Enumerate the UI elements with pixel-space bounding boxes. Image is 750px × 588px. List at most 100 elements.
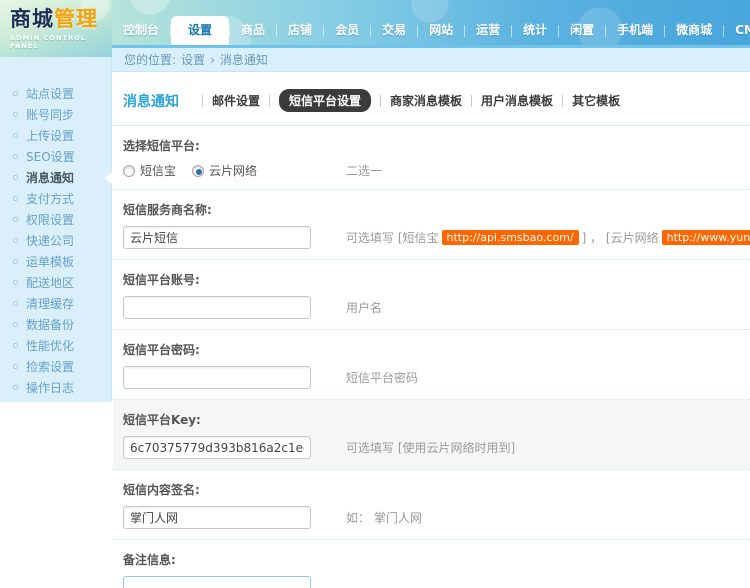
nav-item-13[interactable]: CMS bbox=[724, 16, 750, 45]
bullet-icon bbox=[13, 133, 18, 138]
settings-tabs: 邮件设置 短信平台设置 商家消息模板 用户消息模板 其它模板 bbox=[193, 89, 620, 112]
nav-item-8[interactable]: 运营 bbox=[465, 16, 511, 45]
hint-text: 用户名 bbox=[346, 301, 383, 315]
field-control bbox=[123, 226, 346, 249]
nav-item-1[interactable]: 控制台 bbox=[112, 16, 170, 45]
tab-separator bbox=[471, 94, 473, 107]
sidebar-item-9[interactable]: 运单模板 bbox=[0, 251, 111, 272]
nav-item-11[interactable]: 手机端 bbox=[606, 16, 664, 45]
sidebar-item-2[interactable]: 账号同步 bbox=[0, 104, 111, 125]
bullet-icon bbox=[13, 322, 18, 327]
field-hint: 可选填写 [使用云片网络时用到] bbox=[346, 439, 515, 456]
field-control bbox=[123, 506, 346, 529]
bullet-icon bbox=[13, 238, 18, 243]
field-line: 用户名 bbox=[123, 296, 750, 319]
sidebar-item-5[interactable]: 消息通知 bbox=[0, 167, 112, 188]
sidebar-item-label: SEO设置 bbox=[26, 150, 75, 164]
bullet-icon bbox=[13, 112, 18, 117]
tab-3[interactable]: 商家消息模板 bbox=[390, 92, 462, 109]
top-navigation: 控制台设置商品店铺会员交易网站运营统计闲置手机端微商城CMS bbox=[112, 0, 750, 45]
sidebar-item-8[interactable]: 快递公司 bbox=[0, 230, 111, 251]
tab-separator bbox=[562, 94, 564, 107]
hint-text: ] ， [云片网络 bbox=[581, 231, 659, 245]
bullet-icon bbox=[13, 217, 18, 222]
radio-option-1[interactable]: 短信宝 bbox=[123, 162, 176, 179]
sidebar-item-label: 捡索设置 bbox=[26, 360, 75, 374]
bullet-icon bbox=[13, 364, 18, 369]
tab-separator bbox=[269, 94, 271, 107]
nav-item-2[interactable]: 设置 bbox=[171, 16, 230, 45]
bullet-icon bbox=[13, 280, 18, 285]
form-row-3: 短信平台账号: 用户名 bbox=[113, 260, 750, 330]
nav-item-10[interactable]: 闲置 bbox=[559, 16, 605, 45]
logo-subtitle: ADMIN CONTROL PANEL bbox=[10, 34, 87, 50]
tab-5[interactable]: 其它模板 bbox=[572, 92, 620, 109]
remarks-textarea[interactable] bbox=[123, 576, 311, 588]
breadcrumb-link-section[interactable]: 设置 bbox=[181, 51, 205, 68]
nav-item-9[interactable]: 统计 bbox=[512, 16, 558, 45]
sidebar-item-label: 快递公司 bbox=[26, 234, 75, 248]
bullet-icon bbox=[13, 196, 18, 201]
text-field-5[interactable] bbox=[123, 436, 311, 459]
sidebar: 站点设置账号同步上传设置 SEO设置消息通知支付方式权限设置快递公司运单模板 配送地… bbox=[0, 57, 112, 402]
field-hint: 用户名 bbox=[346, 299, 382, 316]
sidebar-item-label: 数据备份 bbox=[26, 318, 75, 332]
sidebar-item-label: 上传设置 bbox=[26, 129, 75, 143]
radio-icon[interactable] bbox=[123, 164, 135, 177]
field-control: 短信宝 云片网络 bbox=[123, 162, 346, 179]
nav-item-4[interactable]: 店铺 bbox=[277, 16, 323, 45]
breadcrumb-current: 消息通知 bbox=[219, 53, 268, 67]
sidebar-item-1[interactable]: 站点设置 bbox=[0, 83, 111, 104]
hint-text: 如： 掌门人网 bbox=[346, 511, 422, 525]
nav-item-12[interactable]: 微商城 bbox=[665, 16, 723, 45]
url-badge: http://api.smsbao.com/ bbox=[441, 230, 579, 245]
field-line: 可选填写 [短信宝http://api.smsbao.com/] ， [云片网络… bbox=[123, 226, 750, 249]
form-row-5: 短信平台Key: 可选填写 [使用云片网络时用到] bbox=[113, 400, 750, 470]
main-content: 消息通知 邮件设置 短信平台设置 商家消息模板 用户消息模板 其它模板 选择短信平台: 短… bbox=[113, 73, 750, 588]
field-line: 短信平台密码 bbox=[123, 366, 750, 389]
nav-item-3[interactable]: 商品 bbox=[230, 16, 276, 45]
text-field-3[interactable] bbox=[123, 296, 311, 319]
hint-text: 短信平台密码 bbox=[346, 371, 419, 385]
sidebar-item-10[interactable]: 配送地区 bbox=[0, 272, 111, 293]
bullet-icon bbox=[13, 154, 18, 159]
sidebar-item-15[interactable]: 操作日志 bbox=[0, 377, 111, 398]
bullet-icon bbox=[13, 385, 18, 390]
sidebar-item-label: 支付方式 bbox=[26, 192, 75, 206]
text-field-2[interactable] bbox=[123, 226, 311, 249]
radio-icon[interactable] bbox=[192, 164, 205, 177]
field-hint: 二选一 bbox=[346, 162, 382, 179]
nav-item-7[interactable]: 网站 bbox=[418, 16, 464, 45]
sidebar-item-3[interactable]: 上传设置 bbox=[0, 125, 111, 146]
nav-item-6[interactable]: 交易 bbox=[371, 16, 417, 45]
sidebar-item-13[interactable]: 性能优化 bbox=[0, 335, 111, 356]
logo-title-part1: 商城 bbox=[10, 7, 54, 31]
text-field-4[interactable] bbox=[123, 366, 311, 389]
sidebar-item-14[interactable]: 捡索设置 bbox=[0, 356, 111, 377]
field-control bbox=[123, 296, 346, 319]
sidebar-item-11[interactable]: 清理缓存 bbox=[0, 293, 111, 314]
radio-option-label: 短信宝 bbox=[140, 164, 177, 178]
text-field-6[interactable] bbox=[123, 506, 311, 529]
sidebar-item-7[interactable]: 权限设置 bbox=[0, 209, 111, 230]
sidebar-item-6[interactable]: 支付方式 bbox=[0, 188, 111, 209]
form-row-7: 备注信息: 可选填写 bbox=[113, 540, 750, 588]
form-row-2: 短信服务商名称: 可选填写 [短信宝http://api.smsbao.com/]… bbox=[113, 190, 750, 260]
nav-item-5[interactable]: 会员 bbox=[324, 16, 370, 45]
sidebar-item-label: 站点设置 bbox=[26, 87, 75, 101]
tab-1[interactable]: 邮件设置 bbox=[212, 92, 260, 109]
hint-text: 可选填写 [使用云片网络时用到] bbox=[346, 441, 516, 455]
field-label: 短信服务商名称: bbox=[123, 203, 212, 217]
sidebar-item-label: 清理缓存 bbox=[26, 297, 75, 311]
sidebar-item-4[interactable]: SEO设置 bbox=[0, 146, 111, 167]
tab-2[interactable]: 短信平台设置 bbox=[279, 89, 372, 112]
form-row-4: 短信平台密码: 短信平台密码 bbox=[113, 330, 750, 400]
radio-option-2[interactable]: 云片网络 bbox=[192, 162, 257, 179]
breadcrumb-separator: › bbox=[210, 52, 215, 67]
field-control bbox=[123, 436, 346, 459]
sidebar-item-12[interactable]: 数据备份 bbox=[0, 314, 111, 335]
logo-title: 商城管理 bbox=[10, 7, 112, 31]
tab-4[interactable]: 用户消息模板 bbox=[481, 92, 553, 109]
breadcrumb: 您的位置: 设置 › 消息通知 bbox=[112, 45, 750, 72]
form-row-6: 短信内容签名: 如： 掌门人网 bbox=[113, 470, 750, 540]
